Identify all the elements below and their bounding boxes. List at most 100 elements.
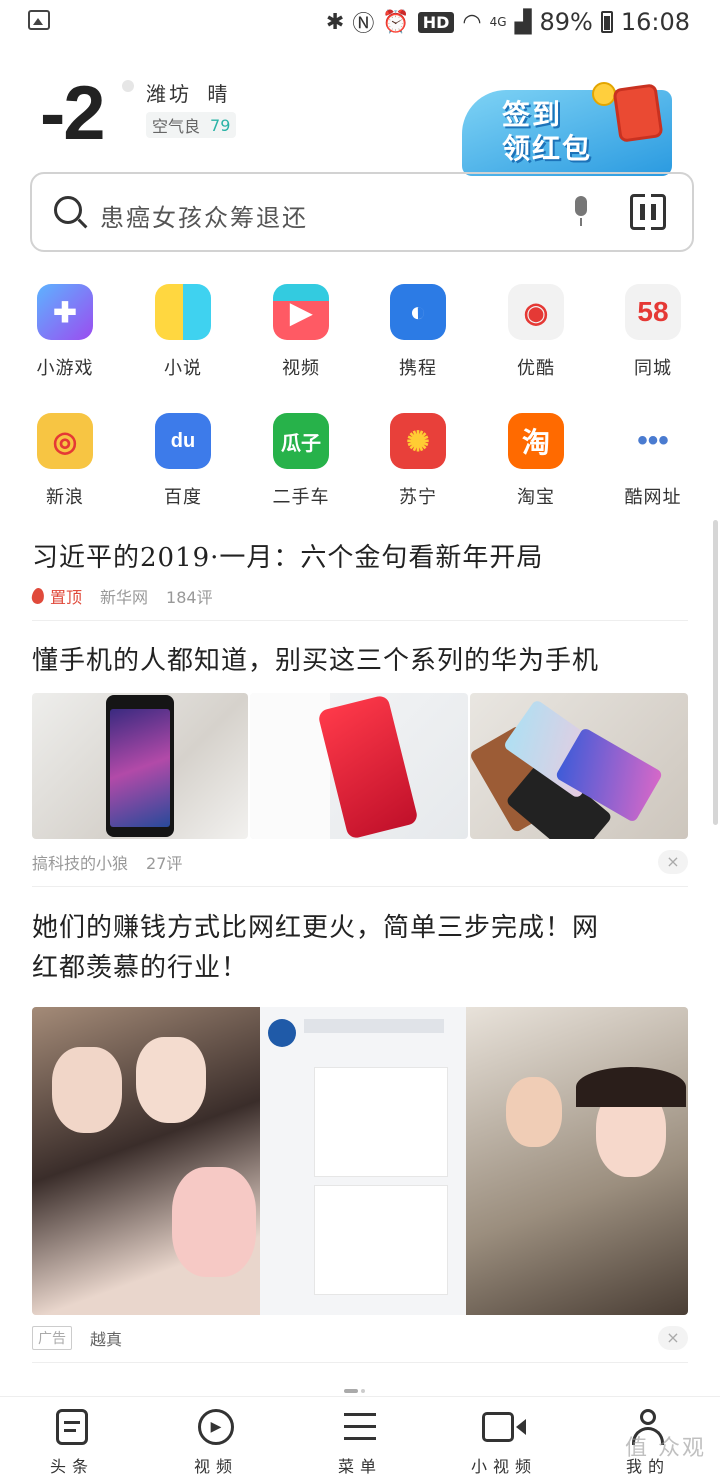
app-baidu[interactable]: du 百度 — [124, 413, 242, 509]
phone-image — [106, 695, 174, 837]
status-icons: ✱ Ⓝ ⏰ HD ◠ 4G ▟ 89% 16:08 — [326, 6, 690, 38]
ad-title[interactable]: 她们的赚钱方式比网红更火，简单三步完成！网 红都羡慕的行业！ — [32, 908, 599, 988]
network-type: 4G — [489, 15, 507, 29]
microphone-icon[interactable] — [572, 196, 590, 226]
youku-icon: ◉ — [508, 284, 564, 340]
camera-icon — [454, 1407, 554, 1447]
app-suning[interactable]: ✺ 苏宁 — [359, 413, 477, 509]
app-label: 同城 — [634, 358, 672, 379]
news-title[interactable]: 懂手机的人都知道，别买这三个系列的华为手机 — [32, 641, 599, 681]
ad-title-line2: 红都羡慕的行业！ — [32, 953, 249, 983]
banner-line2: 领红包 — [502, 132, 593, 165]
air-quality-label: 空气良 — [152, 117, 201, 136]
banner-line1: 签到 — [502, 98, 563, 131]
app-label: 视频 — [282, 358, 320, 379]
scrollbar[interactable] — [713, 520, 718, 825]
hd-badge: HD — [417, 11, 455, 33]
app-used-car[interactable]: 瓜子 二手车 — [242, 413, 360, 509]
status-bar: ✱ Ⓝ ⏰ HD ◠ 4G ▟ 89% 16:08 — [0, 0, 720, 44]
divider — [32, 620, 688, 621]
clock: 16:08 — [620, 8, 690, 36]
nav-label: 小视频 — [470, 1457, 537, 1476]
dismiss-button[interactable]: × — [658, 850, 688, 874]
degree-dot — [122, 80, 134, 92]
app-label: 小说 — [164, 358, 202, 379]
air-quality-badge: 空气良 79 — [146, 112, 237, 138]
air-quality-value: 79 — [210, 115, 231, 135]
red-phone-image — [317, 694, 419, 839]
nfc-icon: Ⓝ — [352, 12, 375, 37]
news-thumbnail-2[interactable] — [250, 693, 468, 839]
video-play-icon: ▶ — [166, 1407, 266, 1447]
app-novel[interactable]: 小说 — [124, 284, 242, 380]
divider — [32, 886, 688, 887]
pinned-badge: 置顶 — [30, 584, 83, 608]
scan-icon[interactable] — [630, 194, 666, 230]
taobao-icon: 淘 — [508, 413, 564, 469]
ad-photo-right — [466, 1007, 688, 1315]
ad-image[interactable] — [32, 1007, 688, 1315]
wifi-icon: ◠ — [462, 9, 482, 35]
novel-icon — [155, 284, 211, 340]
app-cool-sites[interactable]: ••• 酷网址 — [594, 413, 712, 509]
menu-icon — [310, 1407, 410, 1447]
ad-meta: 广告 越真 — [32, 1326, 122, 1350]
search-input[interactable]: 患癌女孩众筹退还 — [100, 198, 308, 233]
app-label: 小游戏 — [36, 358, 94, 379]
more-dots-icon: ••• — [625, 413, 681, 469]
city-name: 潍坊 — [146, 82, 192, 106]
battery-percent: 89% — [539, 8, 593, 36]
ad-screenshot-middle — [260, 1007, 466, 1315]
weather-location[interactable]: 潍坊 晴 — [146, 78, 230, 107]
baidu-paw-icon: du — [155, 413, 211, 469]
coin-icon — [592, 82, 616, 106]
image-notification-icon — [28, 10, 50, 30]
news-meta: 搞科技的小狼 27评 — [32, 850, 182, 874]
alarm-icon: ⏰ — [382, 9, 410, 35]
app-video[interactable]: ▶ 视频 — [242, 284, 360, 380]
news-thumbnail-3[interactable] — [470, 693, 688, 839]
search-icon — [54, 196, 82, 224]
news-thumbnail-1[interactable] — [32, 693, 248, 839]
comment-count: 184评 — [166, 588, 213, 607]
news-title[interactable]: 习近平的2019·一月：六个金句看新年开局 — [32, 538, 543, 578]
app-58-tongcheng[interactable]: 58 同城 — [594, 284, 712, 380]
dismiss-button[interactable]: × — [658, 1326, 688, 1350]
nav-item-headlines[interactable]: 头条 — [22, 1407, 122, 1477]
battery-icon — [600, 11, 613, 33]
app-label: 二手车 — [272, 487, 330, 508]
app-label: 新浪 — [46, 487, 84, 508]
app-sina[interactable]: ◎ 新浪 — [6, 413, 124, 509]
page-indicator — [344, 1378, 374, 1393]
ad-photo-left — [32, 1007, 260, 1315]
58-icon: 58 — [625, 284, 681, 340]
app-mini-games[interactable]: ✚ 小游戏 — [6, 284, 124, 380]
nav-item-video[interactable]: ▶ 视频 — [166, 1407, 266, 1477]
guazi-icon: 瓜子 — [273, 413, 329, 469]
nav-item-short-video[interactable]: 小视频 — [454, 1407, 554, 1477]
app-youku[interactable]: ◉ 优酷 — [477, 284, 595, 380]
nav-label: 菜单 — [337, 1457, 382, 1476]
nav-item-menu[interactable]: 菜单 — [310, 1407, 410, 1477]
ctrip-dolphin-icon: ◐ — [390, 284, 446, 340]
app-taobao[interactable]: 淘 淘宝 — [477, 413, 595, 509]
app-label: 酷网址 — [624, 487, 682, 508]
search-bar[interactable]: 患癌女孩众筹退还 — [30, 172, 694, 252]
ad-tag: 广告 — [32, 1326, 72, 1350]
play-icon: ▶ — [273, 284, 329, 340]
nav-label: 头条 — [49, 1457, 94, 1476]
bottom-navigation: 头条 ▶ 视频 菜单 小视频 我的 — [0, 1396, 720, 1480]
watermark: 值 众观 — [625, 1436, 706, 1461]
signal-icon: ▟ — [514, 9, 532, 35]
temperature[interactable]: -2 — [40, 70, 106, 157]
bluetooth-icon: ✱ — [325, 9, 345, 35]
pinned-label: 置顶 — [50, 588, 83, 607]
signin-redpacket-banner[interactable]: 签到 领红包 — [462, 78, 684, 176]
app-label: 淘宝 — [517, 487, 555, 508]
app-ctrip[interactable]: ◐ 携程 — [359, 284, 477, 380]
divider — [32, 1362, 688, 1363]
suning-lion-icon: ✺ — [390, 413, 446, 469]
app-label: 优酷 — [517, 358, 555, 379]
news-source: 搞科技的小狼 — [32, 854, 129, 873]
red-packet-icon — [612, 83, 664, 143]
